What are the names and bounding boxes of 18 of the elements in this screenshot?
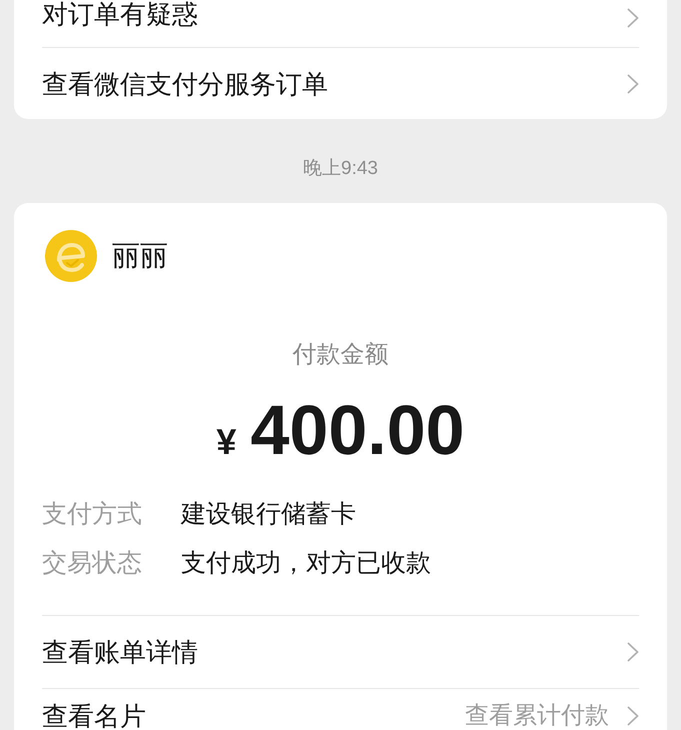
chevron-right-icon — [627, 8, 639, 28]
payee-name: 丽丽 — [112, 240, 168, 272]
chevron-right-icon — [627, 706, 639, 726]
message-time: 晚上9:43 — [303, 157, 378, 181]
detail-label: 交易状态 — [42, 548, 143, 579]
detail-value: 建设银行储蓄卡 — [181, 499, 356, 530]
avatar-icon — [45, 230, 97, 282]
currency-symbol: ¥ — [216, 422, 236, 462]
chevron-right-icon — [627, 642, 639, 662]
menu-item[interactable]: 查看账单详情 — [42, 616, 639, 688]
detail-value: 支付成功，对方已收款 — [181, 548, 431, 579]
detail-label: 支付方式 — [42, 499, 143, 530]
menu-item[interactable]: 对订单有疑惑 — [42, 0, 639, 47]
amount-label: 付款金额 — [292, 340, 388, 370]
menu-item[interactable]: 查看名片 — [42, 703, 146, 729]
chevron-right-icon — [627, 74, 639, 94]
payment-amount: 400.00 — [250, 390, 465, 470]
menu-item[interactable]: 查看微信支付分服务订单 — [42, 48, 639, 119]
